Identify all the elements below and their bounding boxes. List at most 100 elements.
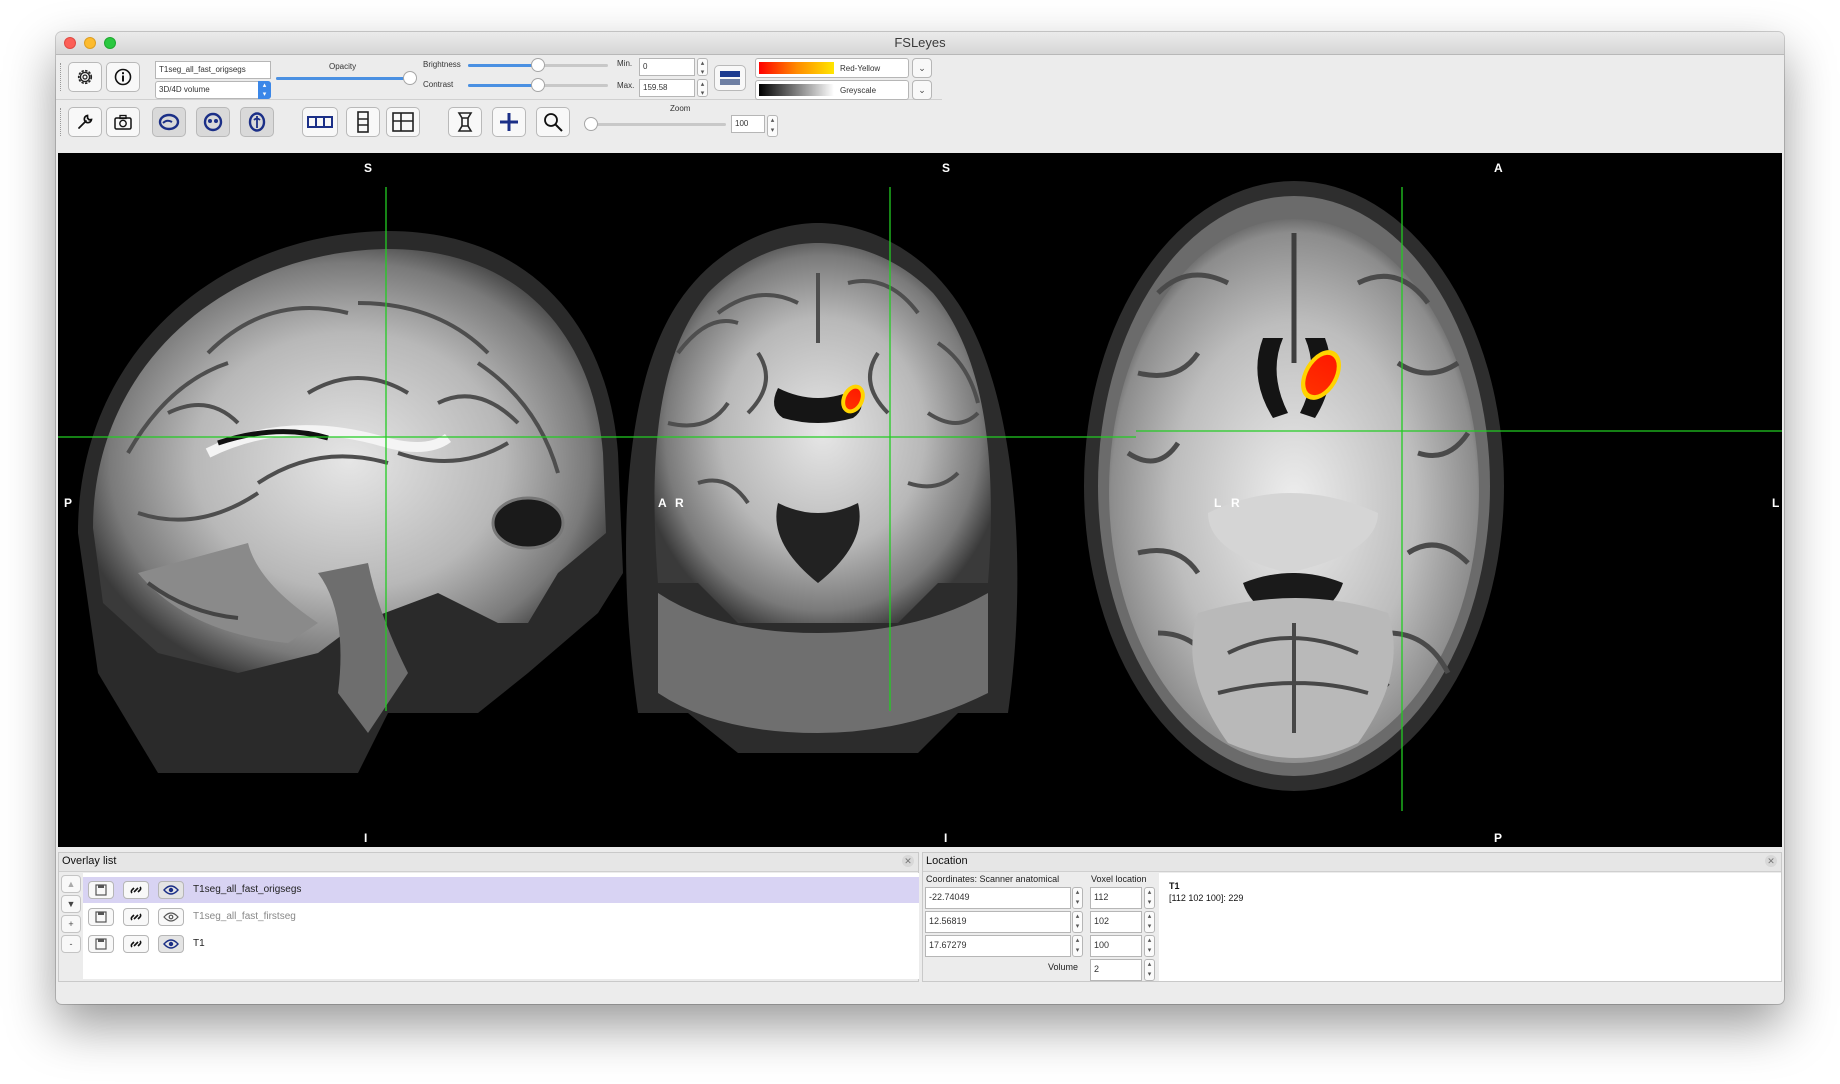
ortho-view[interactable]: S I P A S I R L A P R L [58, 153, 1782, 847]
sagittal-slice [78, 231, 623, 773]
contrast-slider-knob[interactable] [531, 78, 545, 92]
max-label: Max. [617, 81, 635, 90]
voxel-y-spinner[interactable]: ▴ ▾ [1144, 911, 1155, 933]
coord-z-spinner[interactable]: ▴ ▾ [1072, 935, 1083, 957]
view-settings-button[interactable] [68, 107, 102, 137]
overlay-name: T1seg_all_fast_firstseg [193, 911, 296, 922]
visibility-toggle-button[interactable] [158, 908, 184, 926]
window-title: FSLeyes [894, 35, 946, 50]
volume-input[interactable]: 2 [1090, 959, 1142, 981]
move-overlay-down-button[interactable]: ▼ [61, 895, 81, 913]
coronal-label-top: S [942, 161, 951, 175]
max-input[interactable]: 159.58 [639, 79, 695, 97]
overlay-name: T1 [193, 938, 205, 949]
grid-layout-button[interactable] [386, 107, 420, 137]
brightness-slider-knob[interactable] [531, 58, 545, 72]
volume-spinner[interactable]: ▴ ▾ [1144, 959, 1155, 981]
toggle-axial-button[interactable] [240, 107, 274, 137]
zoom-slider-knob[interactable] [584, 117, 598, 131]
secondary-colormap-select[interactable]: Greyscale [755, 80, 909, 100]
toggle-cursor-button[interactable] [492, 107, 526, 137]
overlay-name-field[interactable]: T1seg_all_fast_origsegs [155, 61, 271, 79]
voxel-location-label: Voxel location [1091, 874, 1147, 884]
visibility-toggle-button[interactable] [158, 935, 184, 953]
voxel-z-input[interactable]: 100 [1090, 935, 1142, 957]
save-overlay-button[interactable] [88, 881, 114, 899]
overlay-list-title: Overlay list [62, 855, 117, 867]
opacity-slider-fill [276, 77, 409, 80]
add-overlay-button[interactable]: + [61, 915, 81, 933]
brightness-label: Brightness [423, 60, 461, 69]
greyscale-colorbar [759, 84, 834, 96]
location-title: Location [926, 855, 968, 867]
overlay-type-select[interactable]: 3D/4D volume [155, 81, 271, 99]
sagittal-label-top: S [364, 161, 373, 175]
zoom-spinner[interactable]: ▴ ▾ [767, 115, 778, 137]
link-overlay-button[interactable] [123, 935, 149, 953]
overlay-list-panel: Overlay list ✕ ▲ ▼ + - T1seg_all_fast_or… [58, 852, 919, 982]
overlay-type-value: 3D/4D volume [159, 85, 210, 94]
visibility-toggle-button[interactable] [158, 881, 184, 899]
voxel-x-input[interactable]: 112 [1090, 887, 1142, 909]
axial-slice [1084, 181, 1504, 791]
overlay-list-close-icon[interactable]: ✕ [902, 855, 914, 867]
overlay-row-origsegs[interactable]: T1seg_all_fast_origsegs [83, 877, 919, 903]
opacity-slider[interactable] [276, 77, 416, 80]
move-overlay-up-button[interactable]: ▲ [61, 875, 81, 893]
save-overlay-button[interactable] [88, 935, 114, 953]
toggle-sagittal-button[interactable] [152, 107, 186, 137]
link-overlay-button[interactable] [123, 908, 149, 926]
eye-icon [163, 939, 179, 949]
coord-y-spinner[interactable]: ▴ ▾ [1072, 911, 1083, 933]
max-spinner[interactable]: ▴ ▾ [697, 79, 708, 97]
info-button[interactable] [106, 62, 140, 92]
secondary-colormap-dropdown[interactable]: ⌄ [912, 80, 932, 100]
coord-x-spinner[interactable]: ▴ ▾ [1072, 887, 1083, 909]
link-overlay-button[interactable] [123, 881, 149, 899]
axial-label-bottom: P [1494, 831, 1503, 845]
save-overlay-button[interactable] [88, 908, 114, 926]
coordinates-label: Coordinates: Scanner anatomical [926, 874, 1060, 884]
coronal-brain-icon [203, 112, 223, 132]
voxel-x-spinner[interactable]: ▴ ▾ [1144, 887, 1155, 909]
screenshot-button[interactable] [106, 107, 140, 137]
zoom-input[interactable]: 100 [731, 115, 765, 133]
invert-colormap-button[interactable] [714, 65, 746, 91]
settings-button[interactable] [68, 62, 102, 92]
voxel-z-spinner[interactable]: ▴ ▾ [1144, 935, 1155, 957]
overlay-list: T1seg_all_fast_origsegs T1seg_all_fast_f… [83, 873, 919, 979]
coord-x-input[interactable]: -22.74049 [925, 887, 1071, 909]
vertical-layout-button[interactable] [346, 107, 380, 137]
overlay-type-dropdown-arrow[interactable]: ▴ ▾ [258, 81, 271, 99]
ortho-canvas [58, 181, 1782, 811]
zoom-label: Zoom [670, 104, 691, 113]
zoom-slider[interactable] [588, 123, 726, 126]
horizontal-layout-button[interactable] [302, 107, 338, 137]
min-spinner[interactable]: ▴ ▾ [697, 58, 708, 76]
save-icon [95, 884, 107, 896]
link-icon [130, 886, 142, 894]
coronal-slice [626, 223, 1018, 753]
coord-z-input[interactable]: 17.67279 [925, 935, 1071, 957]
overlay-row-t1[interactable]: T1 [83, 931, 919, 957]
coord-y-input[interactable]: 12.56819 [925, 911, 1071, 933]
axial-label-right: L [1772, 496, 1780, 510]
min-input[interactable]: 0 [639, 58, 695, 76]
link-icon [130, 940, 142, 948]
primary-colormap-select[interactable]: Red-Yellow [755, 58, 909, 78]
location-close-icon[interactable]: ✕ [1765, 855, 1777, 867]
film-icon [457, 112, 473, 132]
toggle-movie-button[interactable] [448, 107, 482, 137]
voxel-y-input[interactable]: 102 [1090, 911, 1142, 933]
overlay-display-toolbar: T1seg_all_fast_origsegs 3D/4D volume ▴ ▾ … [56, 55, 942, 100]
zoom-button[interactable] [536, 107, 570, 137]
opacity-slider-knob[interactable] [403, 71, 417, 85]
info-overlay-value: [112 102 100]: 229 [1169, 893, 1244, 903]
opacity-label: Opacity [329, 62, 357, 71]
link-icon [130, 913, 142, 921]
toggle-coronal-button[interactable] [196, 107, 230, 137]
remove-overlay-button[interactable]: - [61, 935, 81, 953]
info-icon [114, 68, 132, 86]
primary-colormap-dropdown[interactable]: ⌄ [912, 58, 932, 78]
overlay-row-firstseg[interactable]: T1seg_all_fast_firstseg [83, 904, 919, 930]
